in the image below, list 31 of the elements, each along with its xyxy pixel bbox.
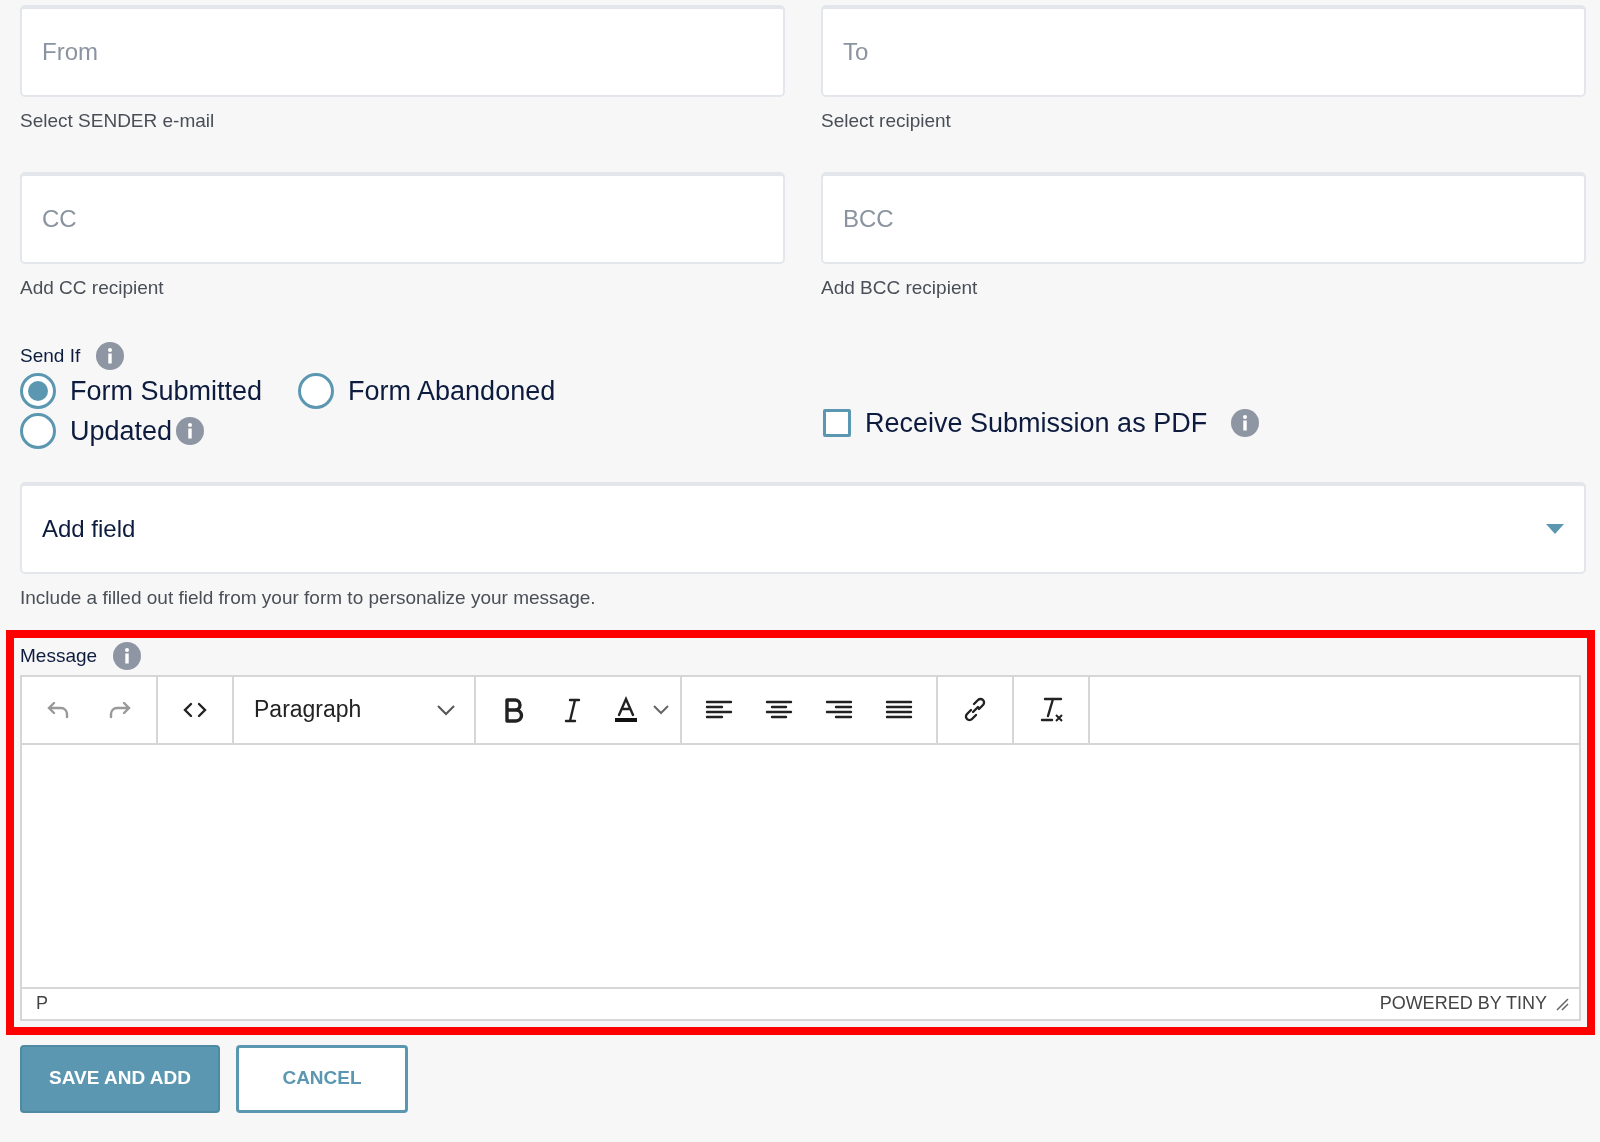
help-text: Add CC recipient — [20, 275, 165, 300]
text-field[interactable]: CC — [20, 171, 785, 264]
branding-text: POWERED BY TINY — [1379, 992, 1547, 1015]
info-icon[interactable] — [176, 417, 205, 446]
radio-button[interactable] — [298, 372, 335, 409]
radio-button[interactable] — [20, 372, 56, 409]
info-icon[interactable] — [1231, 409, 1260, 437]
checkbox-option[interactable]: Receive Submission as PDF — [823, 402, 1208, 444]
help-text: Include a filled out field from your form to personalize your message. — [20, 585, 597, 610]
element-path: P — [36, 992, 48, 1015]
field-label: Send If — [20, 344, 81, 368]
help-text: Select recipient — [821, 109, 952, 133]
chevron-down-icon[interactable] — [652, 703, 670, 716]
radio-option[interactable]: Form Abandoned — [298, 370, 556, 411]
text-field[interactable]: From — [20, 5, 785, 97]
format-dropdown[interactable]: Paragraph — [244, 684, 464, 735]
help-text: Select SENDER e-mail — [20, 109, 216, 133]
checkbox[interactable] — [823, 409, 851, 437]
radio-button[interactable] — [20, 413, 56, 450]
chevron-down-icon — [436, 703, 456, 716]
resize-handle-icon[interactable] — [1555, 996, 1569, 1011]
help-text: Add BCC recipient — [821, 275, 979, 300]
text-field[interactable]: BCC — [821, 171, 1586, 264]
text-field[interactable]: To — [821, 5, 1586, 97]
field-label: Message — [20, 644, 98, 668]
radio-option[interactable]: Updated — [20, 411, 173, 452]
info-icon[interactable] — [113, 642, 142, 671]
radio-option[interactable]: Form Submitted — [20, 370, 263, 411]
caret-icon — [1546, 523, 1564, 534]
dropdown-field[interactable]: Add field — [20, 481, 1586, 574]
info-icon[interactable] — [96, 342, 125, 371]
